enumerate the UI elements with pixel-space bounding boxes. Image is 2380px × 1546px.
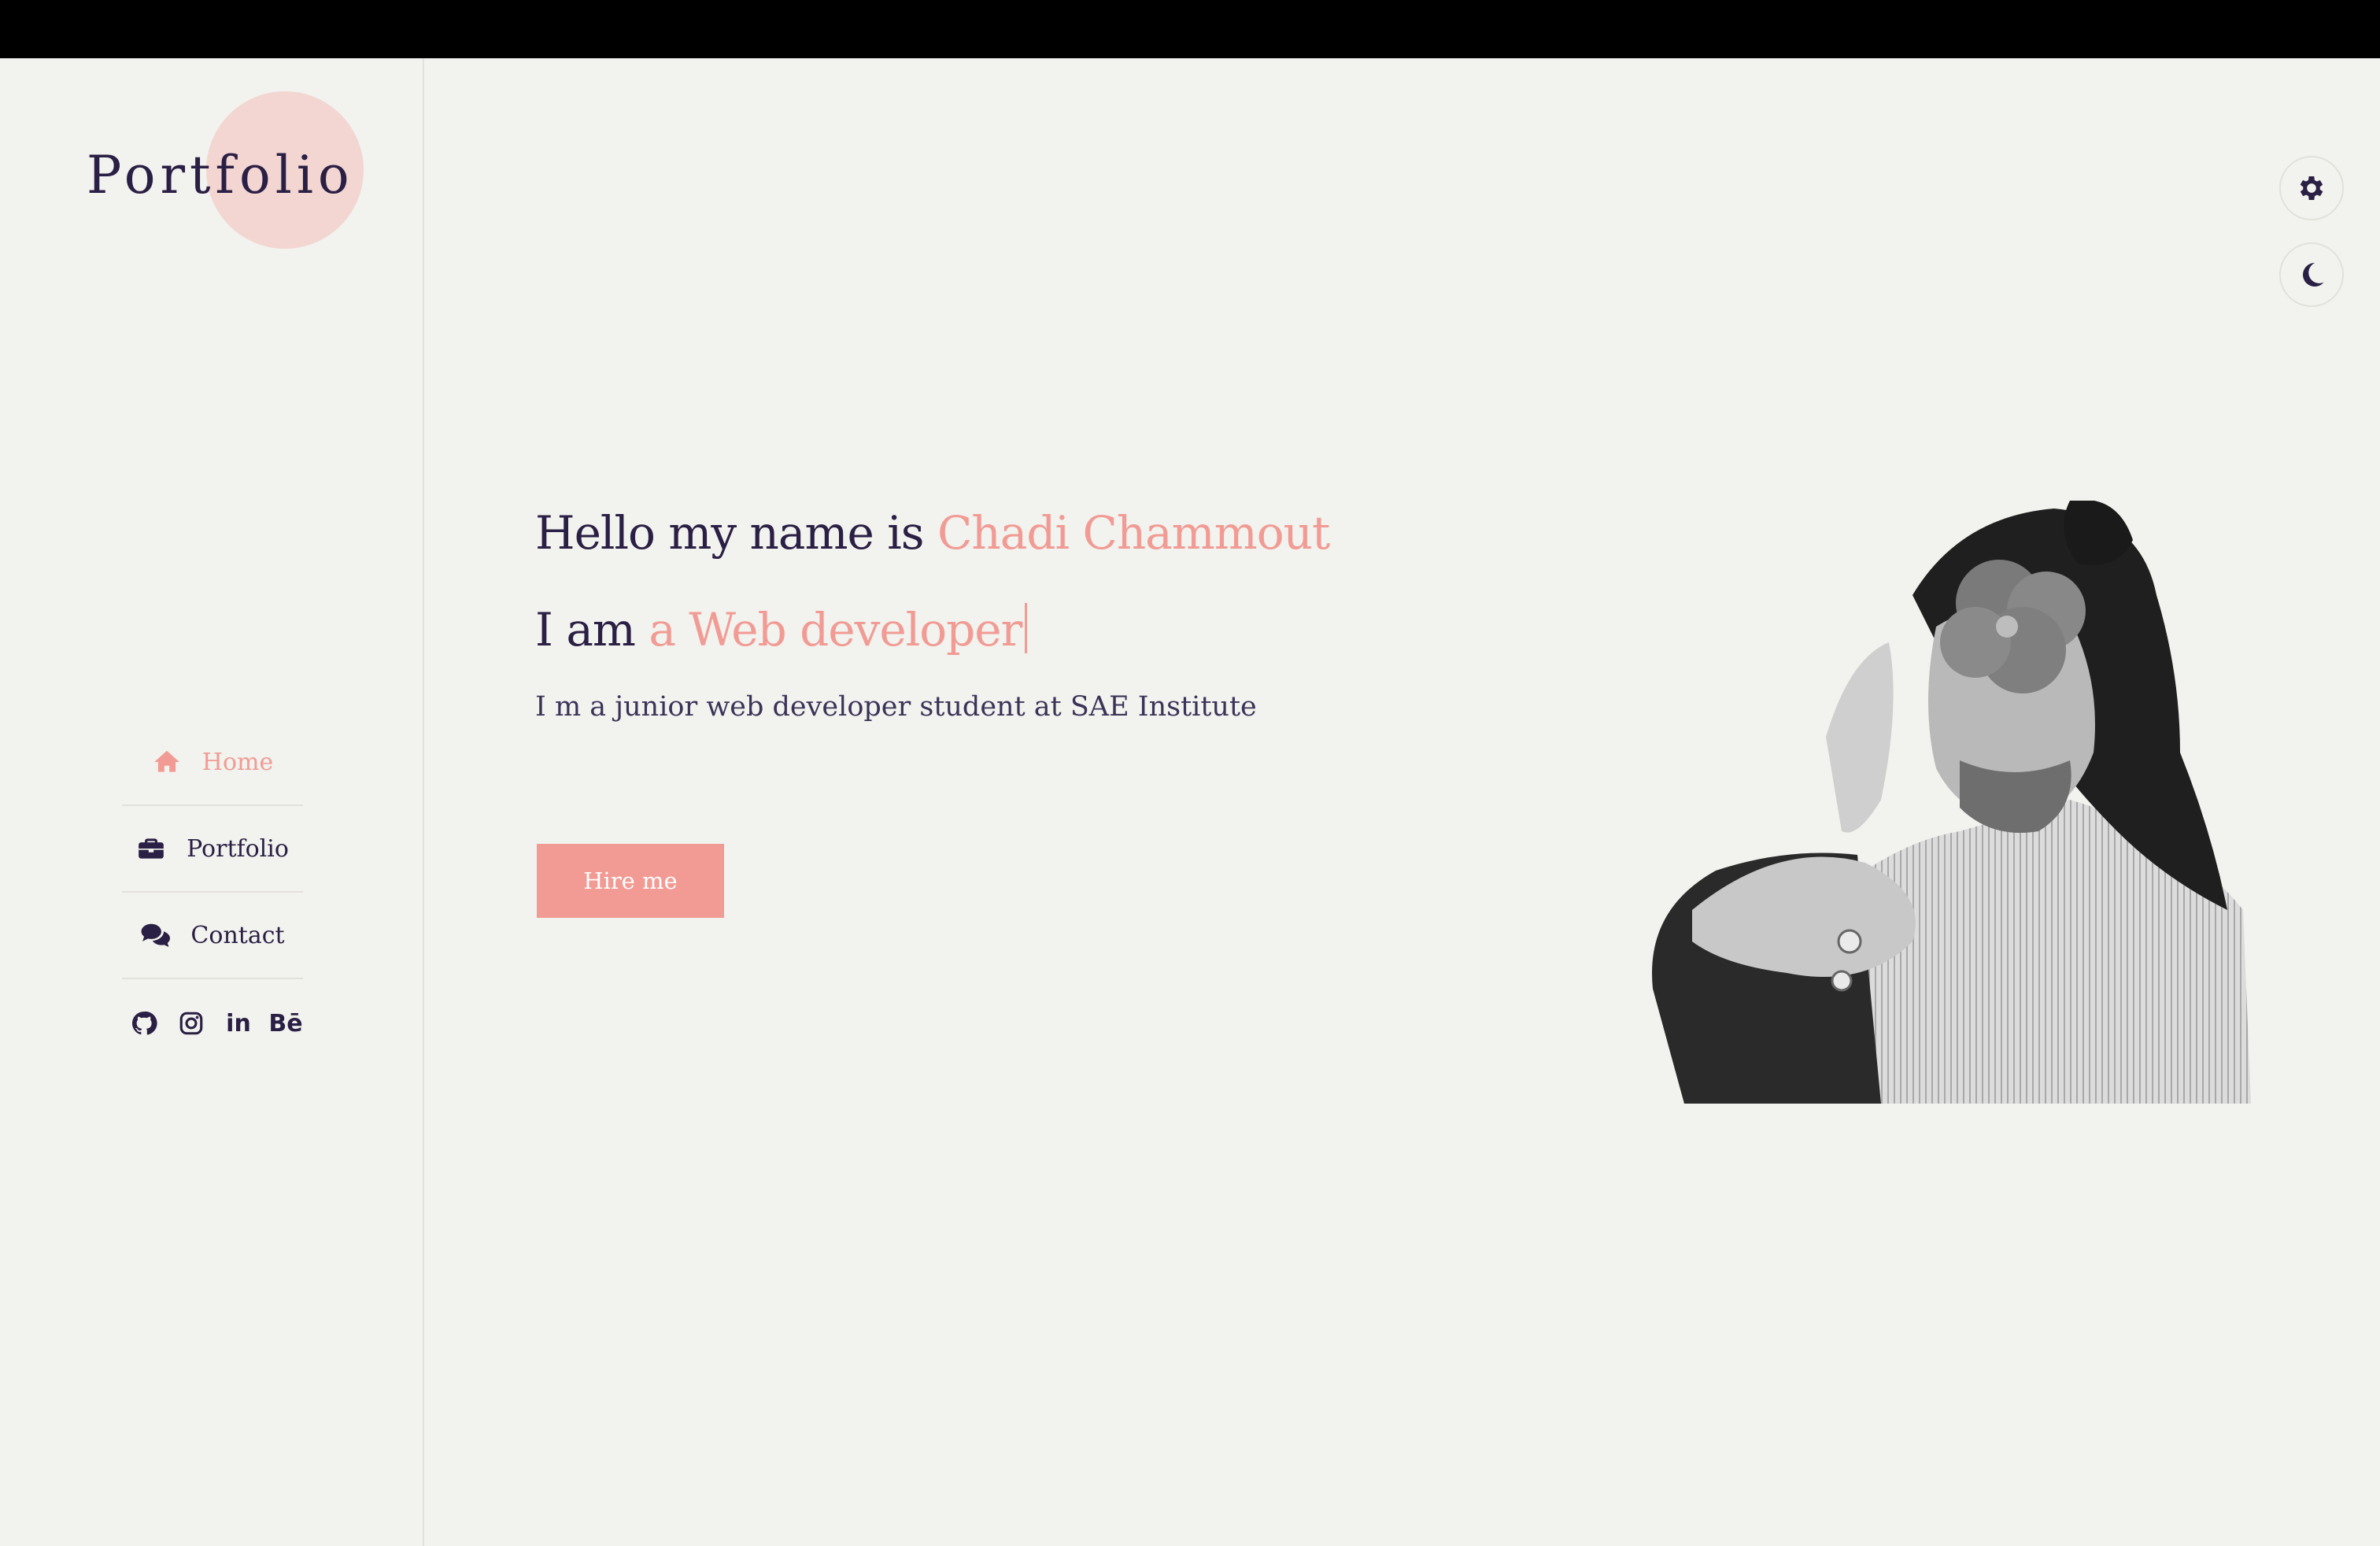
hire-me-button[interactable]: Hire me [537, 844, 724, 918]
linkedin-link[interactable]: in [223, 1008, 254, 1039]
briefcase-icon [139, 838, 164, 859]
nav-item-portfolio[interactable]: Portfolio [122, 806, 303, 893]
role-text: a Web developer [649, 603, 1022, 656]
profile-photo [1652, 501, 2251, 1104]
home-icon [153, 750, 179, 772]
iam-text: I am [535, 603, 636, 656]
instagram-link[interactable] [176, 1008, 207, 1039]
social-links: in Bē [128, 1008, 303, 1039]
greeting-text: Hello my name is [535, 506, 925, 560]
theme-toggle-button[interactable] [2279, 242, 2344, 307]
behance-icon: Bē [268, 1009, 303, 1037]
logo-text: Portfolio [87, 145, 354, 205]
typing-cursor [1025, 603, 1028, 653]
hero-subtitle: I m a junior web developer student at SA… [535, 691, 1257, 723]
main-nav: Home Portfolio Contact [122, 719, 303, 979]
browser-top-bar [0, 0, 2380, 58]
nav-item-label: Portfolio [187, 834, 289, 863]
sidebar: Portfolio Home Portfolio Contact in Bē [0, 58, 424, 1546]
greeting-line: Hello my name is Chadi Chammout [535, 510, 1330, 556]
comments-icon [142, 923, 171, 948]
gear-icon [2300, 176, 2323, 200]
nav-item-contact[interactable]: Contact [122, 893, 303, 979]
logo[interactable]: Portfolio [87, 74, 370, 263]
moon-icon [2303, 262, 2324, 287]
role-line: I am a Web developer [535, 603, 1028, 656]
behance-link[interactable]: Bē [268, 1008, 303, 1039]
linkedin-icon: in [226, 1009, 251, 1037]
instagram-icon [179, 1012, 203, 1035]
nav-item-home[interactable]: Home [122, 719, 303, 806]
github-link[interactable] [128, 1008, 160, 1039]
name-text: Chadi Chammout [937, 506, 1330, 560]
settings-button[interactable] [2279, 156, 2344, 220]
github-icon [131, 1012, 157, 1035]
nav-item-label: Home [201, 748, 274, 776]
nav-item-label: Contact [190, 921, 285, 949]
